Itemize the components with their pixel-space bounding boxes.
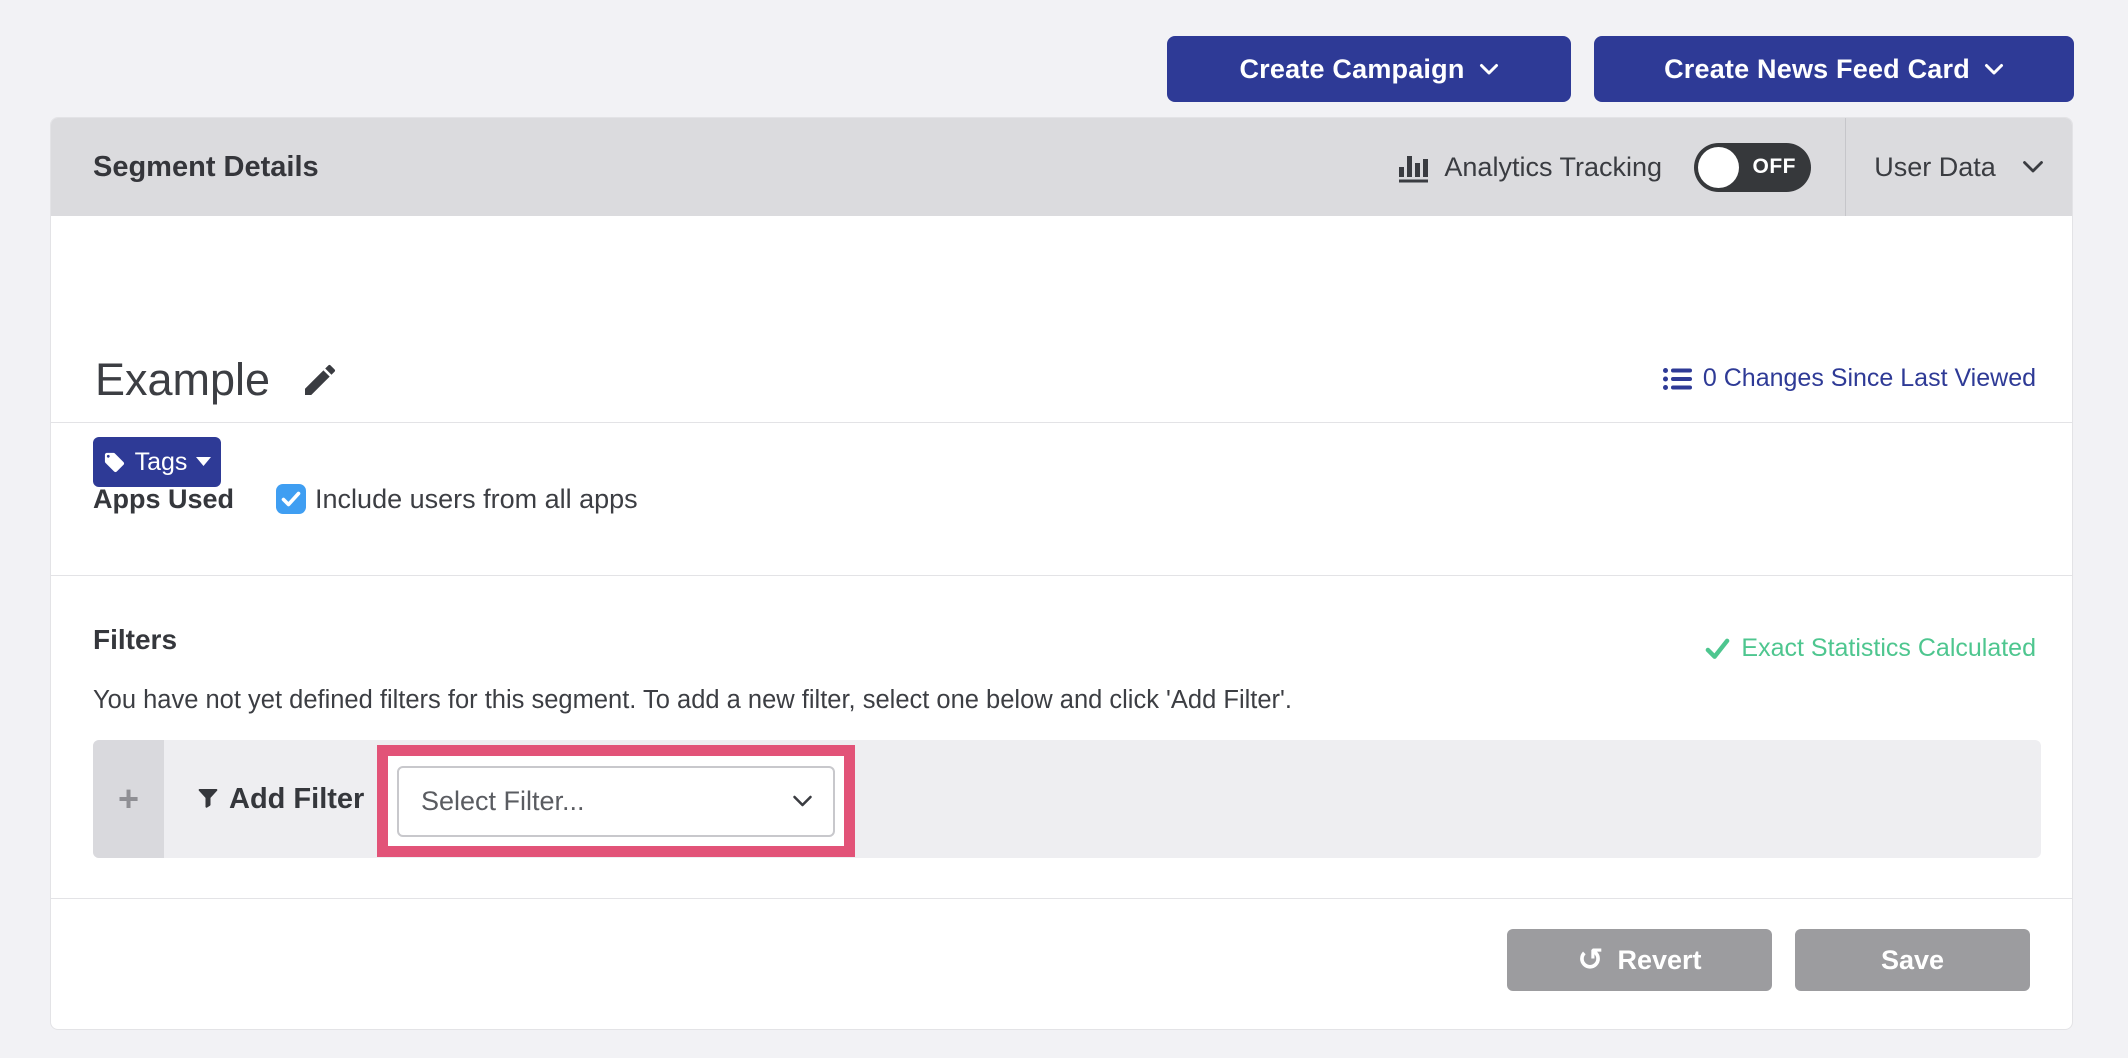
create-campaign-button[interactable]: Create Campaign [1167,36,1571,102]
changes-link-label: 0 Changes Since Last Viewed [1703,364,2036,393]
edit-pencil-icon[interactable] [300,360,340,400]
add-filter-group[interactable]: Add Filter [196,740,364,858]
apps-used-label: Apps Used [93,484,234,515]
toggle-state-label: OFF [1753,155,1797,179]
footer-section: ↺ Revert Save [51,899,2072,1029]
add-filter-plus-button[interactable]: + [93,740,164,858]
segment-name-section: Example 0 Changes Since Last Viewed [51,216,2072,422]
chevron-down-icon [1479,63,1499,76]
chevron-down-icon [1984,63,2004,76]
analytics-tracking-group: Analytics Tracking OFF [1396,118,1845,216]
include-all-apps-label: Include users from all apps [315,484,638,515]
annotation-highlight-box: Select Filter... [377,745,855,857]
user-data-dropdown[interactable]: User Data [1846,118,2072,216]
include-all-apps-checkbox[interactable] [276,484,306,514]
analytics-tracking-toggle[interactable]: OFF [1694,143,1811,192]
segment-name-row: Example [95,354,340,406]
save-button-label: Save [1881,945,1944,976]
segment-details-page: Create Campaign Create News Feed Card Se… [0,0,2128,1058]
revert-button[interactable]: ↺ Revert [1507,929,1772,991]
revert-arrow-icon: ↺ [1577,945,1603,976]
apps-used-row: Apps Used Include users from all apps [93,423,638,575]
filters-instructions: You have not yet defined filters for thi… [93,686,1292,715]
select-filter-placeholder: Select Filter... [421,786,585,817]
toggle-knob [1698,147,1739,188]
page-title: Segment Details [93,151,319,184]
check-icon [1705,636,1730,661]
changes-since-last-viewed-link[interactable]: 0 Changes Since Last Viewed [1663,364,2036,393]
analytics-tracking-label: Analytics Tracking [1444,152,1662,183]
card-header: Segment Details [51,118,2072,216]
chevron-down-icon [2022,160,2044,174]
exact-statistics-status: Exact Statistics Calculated [1705,634,2036,663]
create-campaign-label: Create Campaign [1239,54,1464,85]
segment-details-card: Segment Details [50,117,2073,1030]
list-icon [1663,367,1692,391]
bar-chart-icon [1396,151,1430,183]
select-filter-dropdown[interactable]: Select Filter... [397,766,835,837]
filter-funnel-icon [196,787,220,811]
user-data-label: User Data [1874,152,1996,183]
filters-heading: Filters [93,624,177,656]
create-news-feed-card-button[interactable]: Create News Feed Card [1594,36,2074,102]
chevron-down-icon [792,795,813,808]
create-news-feed-card-label: Create News Feed Card [1664,54,1970,85]
add-filter-label: Add Filter [229,783,364,816]
exact-statistics-label: Exact Statistics Calculated [1741,634,2036,663]
add-filter-row: + Add Filter Select Filter... [93,740,2041,858]
card-header-right: Analytics Tracking OFF User Data [1396,118,2072,216]
apps-used-section: Apps Used Include users from all apps [51,423,2072,575]
save-button[interactable]: Save [1795,929,2030,991]
filters-section: Filters Exact Statistics Calculated You … [51,576,2072,898]
revert-button-label: Revert [1617,945,1701,976]
segment-name: Example [95,354,270,406]
